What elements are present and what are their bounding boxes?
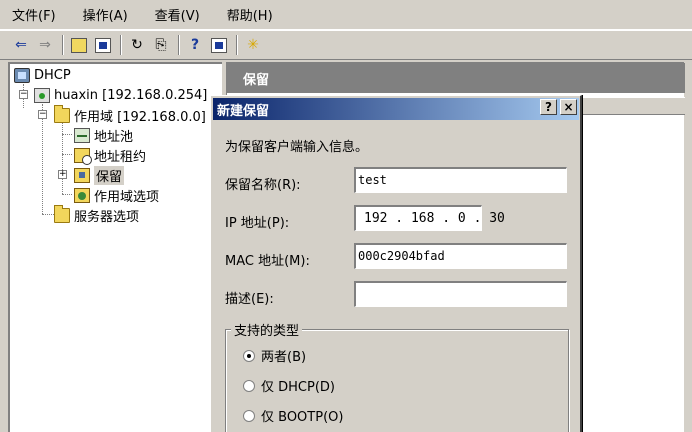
tree-node-server-options[interactable]: 服务器选项 — [54, 204, 140, 225]
collapse-scope-icon[interactable]: − — [38, 110, 47, 119]
mac-address-input[interactable]: 000c2904bfad — [354, 243, 567, 269]
back-arrow-icon[interactable]: ⇐ — [10, 34, 32, 56]
description-input[interactable] — [354, 281, 567, 307]
new-reservation-dialog: 新建保留 ? × 为保留客户端输入信息。 保留名称(R): test IP 地址… — [210, 95, 582, 432]
reservations-icon — [74, 167, 90, 183]
menu-bar: 文件(F) 操作(A) 查看(V) 帮助(H) — [0, 0, 692, 30]
reservation-name-input[interactable]: test — [354, 167, 567, 193]
console-tree[interactable]: DHCP − huaxin [192.168.0.254] − 作用域 [192… — [8, 62, 222, 432]
reservation-name-label: 保留名称(R): — [225, 178, 301, 193]
radio-bootp-row[interactable]: 仅 BOOTP(O) — [243, 406, 343, 425]
radio-dhcp-label: 仅 DHCP(D) — [261, 380, 335, 395]
star-icon[interactable]: ✳ — [242, 34, 264, 56]
address-pool-icon — [74, 127, 90, 143]
menu-view[interactable]: 查看(V) — [151, 3, 204, 26]
tree-node-address-leases[interactable]: 地址租约 — [74, 146, 147, 165]
folder-icon — [54, 104, 70, 123]
radio-bootp-label: 仅 BOOTP(O) — [261, 410, 344, 425]
close-button[interactable]: × — [560, 99, 577, 115]
dialog-title: 新建保留 — [217, 103, 270, 119]
tree-label-address-pool: 地址池 — [94, 129, 134, 145]
help-button[interactable]: ? — [540, 99, 557, 115]
toolbar: ⇐ ⇒ ↻ ⎘ ? ✳ — [0, 30, 692, 60]
menu-help[interactable]: 帮助(H) — [223, 3, 277, 26]
server-icon — [34, 87, 50, 103]
menu-action[interactable]: 操作(A) — [79, 3, 132, 26]
expand-reservations-icon[interactable]: + — [58, 170, 67, 179]
instruction-text: 为保留客户端输入信息。 — [225, 140, 369, 155]
ip-address-label: IP 地址(P): — [225, 216, 290, 231]
supported-types-label: 支持的类型 — [231, 320, 303, 339]
tree-node-scope-options[interactable]: 作用域选项 — [74, 186, 160, 205]
mac-address-label: MAC 地址(M): — [225, 254, 310, 269]
tree-node-server[interactable]: huaxin [192.168.0.254] — [34, 86, 207, 104]
show-tree-icon[interactable] — [92, 34, 114, 56]
properties-icon[interactable] — [208, 34, 230, 56]
radio-bootp-only[interactable] — [243, 409, 255, 422]
server-options-icon — [54, 204, 70, 223]
description-label: 描述(E): — [225, 292, 274, 307]
collapse-server-icon[interactable]: − — [19, 90, 28, 99]
tree-node-address-pool[interactable]: 地址池 — [74, 126, 134, 145]
help-icon[interactable]: ? — [184, 34, 206, 56]
scope-options-icon — [74, 187, 90, 203]
dhcp-icon — [14, 67, 30, 83]
address-leases-icon — [74, 147, 92, 165]
tree-label-reservations: 保留 — [94, 165, 125, 185]
details-header: 保留 — [227, 63, 685, 93]
tree-node-reservations[interactable]: 保留 — [74, 165, 125, 185]
ip-address-input[interactable]: 192 . 168 . 0 . 30 — [354, 205, 505, 231]
refresh-icon[interactable]: ↻ — [126, 34, 148, 56]
tree-label-scope-options: 作用域选项 — [94, 189, 160, 205]
up-folder-icon[interactable] — [68, 34, 90, 56]
radio-both-row[interactable]: 两者(B) — [243, 346, 306, 365]
radio-dhcp-only[interactable] — [243, 379, 255, 392]
menu-file[interactable]: 文件(F) — [8, 3, 60, 26]
export-list-icon[interactable]: ⎘ — [150, 34, 172, 56]
radio-both[interactable] — [243, 349, 255, 362]
toolbar-separator — [236, 35, 238, 55]
toolbar-separator — [120, 35, 122, 55]
tree-label-server: huaxin [192.168.0.254] — [54, 87, 208, 103]
tree-node-scope[interactable]: 作用域 [192.168.0.0] — [54, 104, 206, 125]
tree-node-dhcp[interactable]: DHCP — [14, 66, 71, 84]
forward-arrow-icon[interactable]: ⇒ — [34, 34, 56, 56]
tree-label-dhcp: DHCP — [34, 67, 71, 83]
tree-label-address-leases: 地址租约 — [94, 149, 147, 165]
tree-label-scope: 作用域 [192.168.0.0] — [74, 109, 206, 125]
radio-dhcp-row[interactable]: 仅 DHCP(D) — [243, 376, 335, 395]
dialog-titlebar[interactable]: 新建保留 — [213, 98, 579, 120]
toolbar-separator — [178, 35, 180, 55]
tree-label-server-options: 服务器选项 — [74, 209, 140, 225]
radio-both-label: 两者(B) — [261, 350, 307, 365]
toolbar-separator — [62, 35, 64, 55]
